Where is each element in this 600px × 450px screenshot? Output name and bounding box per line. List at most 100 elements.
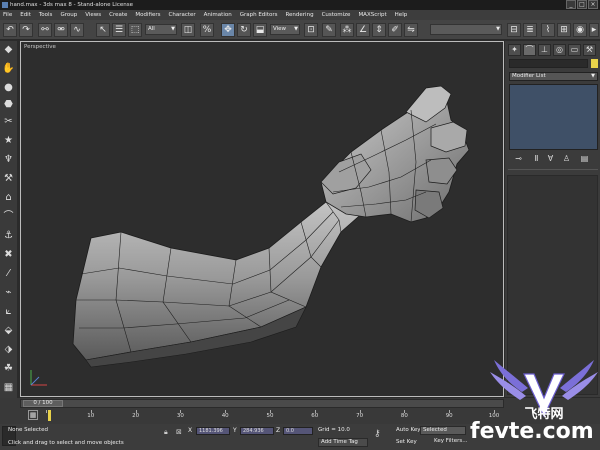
- make-unique-icon[interactable]: ∀: [545, 154, 556, 164]
- angle-snap-icon[interactable]: ∠: [356, 23, 370, 37]
- motion-tab-icon[interactable]: ◎: [553, 44, 566, 56]
- y-coordinate-field[interactable]: 284.936: [240, 427, 274, 435]
- add-time-tag-button[interactable]: Add Time Tag: [318, 438, 368, 447]
- window-crossing-icon[interactable]: ◫: [181, 23, 195, 37]
- menu-customize[interactable]: Customize: [322, 12, 351, 18]
- pivot-center-icon[interactable]: ⊡: [304, 23, 318, 37]
- reference-coordinate-dropdown[interactable]: View ▼: [270, 24, 300, 35]
- menu-file[interactable]: File: [3, 12, 12, 18]
- mirror-icon[interactable]: ⇋: [404, 23, 418, 37]
- select-and-scale-icon[interactable]: ⬓: [253, 23, 267, 37]
- display-tab-icon[interactable]: ▭: [568, 44, 581, 56]
- modifier-list-dropdown[interactable]: Modifier List ▼: [509, 72, 598, 81]
- menu-group[interactable]: Group: [60, 12, 77, 18]
- hand-icon[interactable]: ✋: [2, 62, 15, 75]
- curve-editor-icon[interactable]: ⌇: [541, 23, 555, 37]
- shape-icon[interactable]: ⬣: [2, 98, 15, 111]
- z-coordinate-field[interactable]: 0.0: [283, 427, 313, 435]
- selection-lock-icon[interactable]: 🔒︎: [164, 428, 168, 437]
- relax-icon[interactable]: ☘: [2, 362, 15, 375]
- selection-filter-dropdown[interactable]: All ▼: [145, 24, 177, 35]
- utilities-tab-icon[interactable]: ⚒: [583, 44, 596, 56]
- menu-help[interactable]: Help: [395, 12, 408, 18]
- sphere-icon[interactable]: ●: [2, 81, 15, 94]
- schematic-view-icon[interactable]: ⊞: [557, 23, 571, 37]
- modify-tab-icon[interactable]: ⌒: [523, 44, 536, 56]
- menu-modifiers[interactable]: Modifiers: [135, 12, 160, 18]
- connect-icon[interactable]: ⚓: [2, 229, 15, 242]
- inset-icon[interactable]: ⬙: [2, 324, 15, 337]
- undo-icon[interactable]: ↶: [3, 23, 17, 37]
- set-key-button[interactable]: Set Key: [396, 439, 417, 445]
- open-mini-curve-editor-icon[interactable]: ▦: [28, 410, 38, 420]
- absolute-mode-icon[interactable]: ⊠: [176, 428, 182, 436]
- menu-views[interactable]: Views: [85, 12, 101, 18]
- key-icon[interactable]: ⚷: [374, 429, 381, 439]
- menu-rendering[interactable]: Rendering: [285, 12, 313, 18]
- menu-character[interactable]: Character: [169, 12, 196, 18]
- auto-key-button[interactable]: Auto Key: [396, 427, 421, 433]
- time-slider[interactable]: 0 / 100: [20, 399, 504, 408]
- weld-icon[interactable]: ⚒: [2, 172, 15, 185]
- select-object-icon[interactable]: ↖: [96, 23, 110, 37]
- scissors-icon[interactable]: ✂: [2, 115, 15, 128]
- bevel-icon[interactable]: ⟀: [2, 305, 15, 318]
- pin-stack-icon[interactable]: ⊸: [513, 154, 524, 164]
- command-panel: ✦ ⌒ ⊥ ◎ ▭ ⚒ Modifier List ▼ ⊸ Ⅱ ∀ ♙ ▤: [505, 41, 600, 397]
- select-by-name-icon[interactable]: ☰: [112, 23, 126, 37]
- menu-edit[interactable]: Edit: [20, 12, 31, 18]
- edit-named-selection-icon[interactable]: ✐: [388, 23, 402, 37]
- box-icon[interactable]: ◆: [2, 43, 15, 56]
- render-icon[interactable]: ▸: [589, 23, 599, 37]
- maximize-button[interactable]: □: [577, 0, 587, 9]
- object-color-swatch[interactable]: [591, 59, 598, 68]
- key-filters-button[interactable]: Key Filters...: [434, 438, 467, 444]
- manipulate-icon[interactable]: ✎: [322, 23, 336, 37]
- percent-snap-icon[interactable]: %: [200, 23, 214, 37]
- uv-icon[interactable]: ▦: [2, 381, 15, 394]
- object-name-field[interactable]: [509, 59, 588, 68]
- named-selection-sets-dropdown[interactable]: ▼: [430, 24, 502, 35]
- smooth-icon[interactable]: ⌂: [2, 191, 15, 204]
- x-coordinate-field[interactable]: 1181.396: [196, 427, 230, 435]
- bridge-icon[interactable]: ⌁: [2, 286, 15, 299]
- hand-model[interactable]: [21, 42, 503, 396]
- select-and-move-icon[interactable]: ✥: [221, 23, 235, 37]
- rectangular-selection-icon[interactable]: ⬚: [128, 23, 142, 37]
- unlink-icon[interactable]: ⚮: [54, 23, 68, 37]
- menu-graph-editors[interactable]: Graph Editors: [240, 12, 278, 18]
- app-icon: [2, 2, 8, 8]
- menu-create[interactable]: Create: [109, 12, 127, 18]
- key-filter-selection-dropdown[interactable]: Selected: [420, 426, 466, 435]
- outline-icon[interactable]: ⬗: [2, 343, 15, 356]
- layer-manager-icon[interactable]: ≣: [523, 23, 537, 37]
- show-end-result-icon[interactable]: Ⅱ: [531, 154, 542, 164]
- bind-space-warp-icon[interactable]: ∿: [70, 23, 84, 37]
- minimize-button[interactable]: _: [566, 0, 576, 9]
- material-editor-icon[interactable]: ◉: [573, 23, 587, 37]
- select-and-link-icon[interactable]: ⚯: [38, 23, 52, 37]
- perspective-viewport[interactable]: Perspective: [20, 41, 504, 397]
- close-button[interactable]: ×: [588, 0, 598, 9]
- redo-icon[interactable]: ↷: [19, 23, 33, 37]
- slice-icon[interactable]: ⁄: [2, 267, 15, 280]
- frame-ruler[interactable]: 10 20 30 40 50 60 70 80 90 100: [46, 410, 499, 422]
- arm-mesh[interactable]: [72, 193, 367, 361]
- extrude-icon[interactable]: ⌒: [2, 210, 15, 223]
- time-slider-thumb[interactable]: 0 / 100: [23, 400, 63, 407]
- align-icon[interactable]: ⊟: [507, 23, 521, 37]
- chamfer-icon[interactable]: ♆: [2, 153, 15, 166]
- menu-animation[interactable]: Animation: [204, 12, 232, 18]
- menu-maxscript[interactable]: MAXScript: [358, 12, 386, 18]
- spinner-snap-icon[interactable]: ⇕: [372, 23, 386, 37]
- menu-tools[interactable]: Tools: [39, 12, 53, 18]
- modifier-stack[interactable]: [509, 84, 598, 150]
- remove-modifier-icon[interactable]: ♙: [561, 154, 572, 164]
- hierarchy-tab-icon[interactable]: ⊥: [538, 44, 551, 56]
- create-tab-icon[interactable]: ✦: [508, 44, 521, 56]
- snaps-toggle-icon[interactable]: ⁂: [340, 23, 354, 37]
- configure-modifier-sets-icon[interactable]: ▤: [579, 154, 590, 164]
- cut-icon[interactable]: ✖: [2, 248, 15, 261]
- select-and-rotate-icon[interactable]: ↻: [237, 23, 251, 37]
- star-icon[interactable]: ★: [2, 134, 15, 147]
